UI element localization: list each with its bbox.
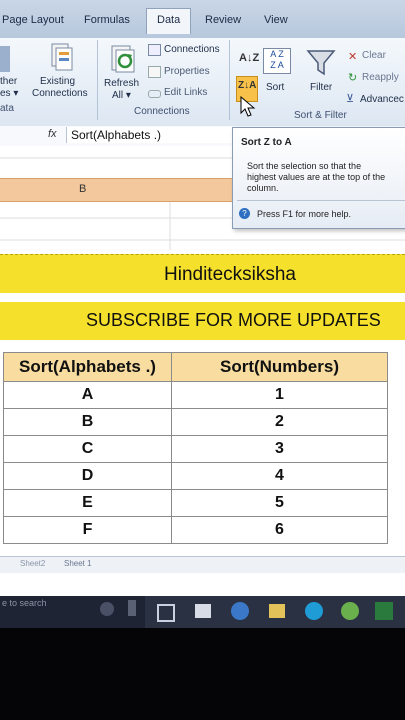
tooltip-divider [237, 200, 405, 201]
table-row: D4 [3, 462, 388, 490]
refresh-all-label-2[interactable]: All ▾ [112, 90, 131, 101]
filter-icon[interactable] [306, 48, 336, 78]
taskbar-apps [145, 596, 405, 628]
ribbon-data: ther es ▾ ata Existing Connections Refre… [0, 38, 405, 127]
formula-value: Sort(Alphabets .) [71, 128, 162, 142]
sort-az-small-button[interactable]: A↓Z [239, 52, 259, 64]
table-cell[interactable]: A [3, 381, 172, 409]
store-icon[interactable] [195, 604, 211, 618]
sheet-tab-sheet2[interactable]: Sheet2 [20, 559, 45, 568]
advanced-button[interactable]: Advancec [360, 94, 404, 105]
filter-button[interactable]: Filter [310, 82, 332, 93]
sheet-tab-bar: Sheet2 Sheet 1 [0, 556, 405, 573]
task-view-button-icon[interactable] [157, 604, 175, 622]
taskbar: e to search [0, 596, 405, 628]
reapply-icon[interactable]: ↻ [348, 71, 357, 84]
tooltip-body-line-1: Sort the selection so that the [247, 161, 362, 171]
file-explorer-icon[interactable] [269, 604, 285, 618]
firefox-icon[interactable] [231, 602, 249, 620]
edit-links-button[interactable]: Edit Links [164, 87, 207, 98]
excel-icon[interactable] [375, 602, 393, 620]
table-row: F6 [3, 516, 388, 544]
table-cell[interactable]: 5 [171, 489, 388, 517]
tooltip-body-line-3: column. [247, 183, 279, 193]
table-cell[interactable]: E [3, 489, 172, 517]
subtitle-banner: SUBSCRIBE FOR MORE UPDATES [0, 302, 405, 340]
table-cell[interactable]: F [3, 516, 172, 544]
table-row: B2 [3, 408, 388, 436]
other-sources-icon[interactable] [0, 46, 10, 72]
connections-icon[interactable] [148, 44, 161, 56]
advanced-icon[interactable]: ⊻ [346, 92, 354, 105]
table-cell[interactable]: B [3, 408, 172, 436]
table-header-alphabets[interactable]: Sort(Alphabets .) [3, 352, 172, 382]
sort-za-glyph: Z↓A [238, 80, 257, 91]
table-cell[interactable]: 6 [171, 516, 388, 544]
formula-input[interactable]: Sort(Alphabets .) [66, 127, 237, 143]
tab-data[interactable]: Data [146, 8, 192, 34]
table-header-numbers[interactable]: Sort(Numbers) [171, 352, 388, 382]
connections-group-label: Connections [134, 106, 190, 117]
column-header-b[interactable]: B [79, 183, 86, 195]
monitor-bezel [0, 628, 405, 720]
help-icon: ? [239, 208, 250, 219]
chrome-icon[interactable] [341, 602, 359, 620]
table-header-row: Sort(Alphabets .) Sort(Numbers) [3, 352, 388, 382]
refresh-all-icon[interactable] [110, 44, 136, 79]
existing-connections-icon[interactable] [50, 42, 74, 77]
mouse-cursor-icon [240, 96, 256, 117]
title-banner: Hinditecksiksha [0, 254, 405, 293]
other-sources-label-2[interactable]: es ▾ [0, 88, 18, 99]
table-cell[interactable]: 3 [171, 435, 388, 463]
edge-icon[interactable] [305, 602, 323, 620]
table-cell[interactable]: 4 [171, 462, 388, 490]
table-cell[interactable]: C [3, 435, 172, 463]
banner-subtitle: SUBSCRIBE FOR MORE UPDATES [86, 310, 381, 330]
ribbon-tab-bar: Page Layout Formulas Data Review View [0, 0, 405, 40]
tab-view[interactable]: View [264, 14, 288, 26]
tooltip-title: Sort Z to A [241, 137, 292, 148]
properties-button[interactable]: Properties [164, 66, 210, 77]
clear-icon[interactable]: ✕ [348, 50, 357, 63]
existing-connections-label[interactable]: Existing [40, 76, 75, 87]
connections-button[interactable]: Connections [164, 44, 220, 55]
tooltip-body-line-2: highest values are at the top of the [247, 172, 386, 182]
edit-links-icon[interactable] [148, 90, 161, 98]
fx-icon[interactable]: fx [48, 128, 57, 140]
sort-filter-group-label: Sort & Filter [294, 110, 347, 121]
taskbar-search-input[interactable]: e to search [2, 598, 47, 608]
sort-za-tooltip: Sort Z to A Sort the selection so that t… [232, 127, 405, 229]
sort-button[interactable]: Sort [266, 82, 284, 93]
task-view-icon[interactable] [128, 600, 136, 616]
table-row: C3 [3, 435, 388, 463]
refresh-all-label[interactable]: Refresh [104, 78, 139, 89]
other-sources-label[interactable]: ther [0, 76, 17, 87]
table-row: E5 [3, 489, 388, 517]
clear-button[interactable]: Clear [362, 50, 386, 61]
sheet-tab-sheet1[interactable]: Sheet 1 [64, 559, 92, 568]
properties-icon[interactable] [148, 66, 161, 78]
sort-table: Sort(Alphabets .) Sort(Numbers) A1 B2 C3… [3, 352, 388, 544]
tooltip-help: Press F1 for more help. [257, 209, 352, 219]
tab-review[interactable]: Review [205, 14, 241, 26]
table-row: A1 [3, 381, 388, 409]
table-cell[interactable]: D [3, 462, 172, 490]
mic-icon[interactable] [100, 602, 114, 616]
banner-title: Hinditecksiksha [164, 264, 296, 285]
tab-page-layout[interactable]: Page Layout [2, 14, 64, 26]
existing-connections-label-2[interactable]: Connections [32, 88, 88, 99]
reapply-button[interactable]: Reapply [362, 72, 399, 83]
get-external-data-label: ata [0, 103, 14, 114]
table-cell[interactable]: 1 [171, 381, 388, 409]
sort-large-icon[interactable]: A ZZ A [263, 48, 291, 74]
tab-formulas[interactable]: Formulas [84, 14, 130, 26]
table-cell[interactable]: 2 [171, 408, 388, 436]
